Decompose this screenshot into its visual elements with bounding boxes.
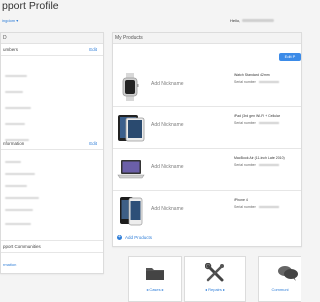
serial-label: Serial number — [234, 163, 256, 167]
serial-label: Serial number — [234, 80, 256, 84]
redacted-serial — [258, 122, 279, 125]
redacted-info-line — [5, 173, 35, 175]
product-name: iPad (3rd gen Wi-Fi + Cellular — [234, 114, 281, 118]
serial-number: Serial number — [234, 80, 279, 84]
redacted-phone-line — [5, 107, 31, 109]
account-panel-title: D — [1, 33, 103, 44]
product-name: MacBook Air (11-inch Late 2010) — [234, 156, 285, 160]
contact-information-label: nformation — [3, 141, 25, 146]
macbook-icon — [117, 160, 145, 179]
serial-number: Serial number — [234, 163, 279, 167]
redacted-info-line — [5, 161, 21, 163]
add-nickname-link[interactable]: Add Nickname — [151, 81, 184, 87]
add-nickname-link[interactable]: Add Nickname — [151, 164, 184, 170]
repairs-tile[interactable]: ◂ Repairs ▸ — [184, 256, 246, 302]
greeting-label: Hello, — [230, 18, 241, 23]
account-panel: D umbers Edit nformation Edit pport Comm… — [0, 32, 104, 274]
user-name-redacted — [242, 19, 275, 23]
product-name: Watch Standard 42mm — [234, 73, 270, 77]
redacted-info-line — [5, 223, 31, 225]
product-row: Add Nickname iPad (3rd gen Wi-Fi + Cellu… — [113, 108, 301, 147]
speech-bubbles-icon — [278, 266, 298, 281]
redacted-phone-line — [5, 75, 27, 77]
phone-numbers-edit-link[interactable]: Edit — [89, 47, 97, 52]
product-row: Add Nickname iPhone 4 Serial number — [113, 192, 301, 231]
my-products-title: My Products — [113, 33, 301, 44]
redacted-info-line — [5, 209, 33, 211]
greeting: Hello, — [230, 18, 275, 23]
redacted-serial — [258, 206, 279, 209]
phone-numbers-label: umbers — [3, 47, 19, 52]
add-nickname-link[interactable]: Add Nickname — [151, 122, 184, 128]
divider — [113, 106, 301, 107]
ipad-icon — [118, 115, 145, 142]
folder-icon — [146, 268, 164, 280]
communities-tile-link[interactable]: Communi — [259, 287, 301, 292]
add-products-label: Add Products — [125, 235, 153, 240]
serial-label: Serial number — [234, 205, 256, 209]
contact-information-edit-link[interactable]: Edit — [89, 141, 97, 146]
redacted-serial — [258, 81, 279, 84]
iphone-icon — [120, 197, 143, 226]
cases-link[interactable]: ◂ Cases ▸ — [129, 287, 181, 292]
add-products-link[interactable]: + Add Products — [117, 234, 153, 241]
apple-watch-icon — [122, 73, 139, 101]
edit-products-button[interactable]: Edit P — [279, 53, 301, 61]
divider — [1, 252, 103, 253]
serial-label: Serial number — [234, 121, 256, 125]
redacted-phone-line — [5, 123, 25, 125]
divider — [1, 55, 103, 56]
serial-number: Serial number — [234, 121, 279, 125]
support-communities-label: pport Communities — [3, 244, 41, 249]
page-title: pport Profile — [2, 0, 59, 12]
repairs-link[interactable]: ◂ Repairs ▸ — [185, 287, 245, 292]
my-products-panel: My Products Edit P Add Nickname Watch St… — [112, 32, 302, 247]
product-row: Add Nickname MacBook Air (11-inch Late 2… — [113, 150, 301, 189]
add-nickname-link[interactable]: Add Nickname — [151, 206, 184, 212]
redacted-info-line — [5, 185, 27, 187]
serial-number: Serial number — [234, 205, 279, 209]
plus-icon: + — [117, 234, 122, 241]
communities-link[interactable]: rmation — [3, 262, 16, 267]
cases-tile[interactable]: ◂ Cases ▸ — [128, 256, 182, 302]
communities-tile[interactable]: Communi — [258, 256, 301, 302]
redacted-serial — [258, 164, 279, 167]
divider — [113, 148, 301, 149]
tools-icon — [205, 263, 224, 282]
redacted-info-line — [5, 197, 39, 199]
divider — [1, 240, 103, 241]
product-name: iPhone 4 — [234, 198, 248, 202]
divider — [113, 190, 301, 191]
country-selector[interactable]: ingdom ▾ — [2, 18, 18, 23]
redacted-phone-line — [5, 91, 23, 93]
divider — [1, 149, 103, 150]
product-row: Add Nickname Watch Standard 42mm Serial … — [113, 67, 301, 106]
